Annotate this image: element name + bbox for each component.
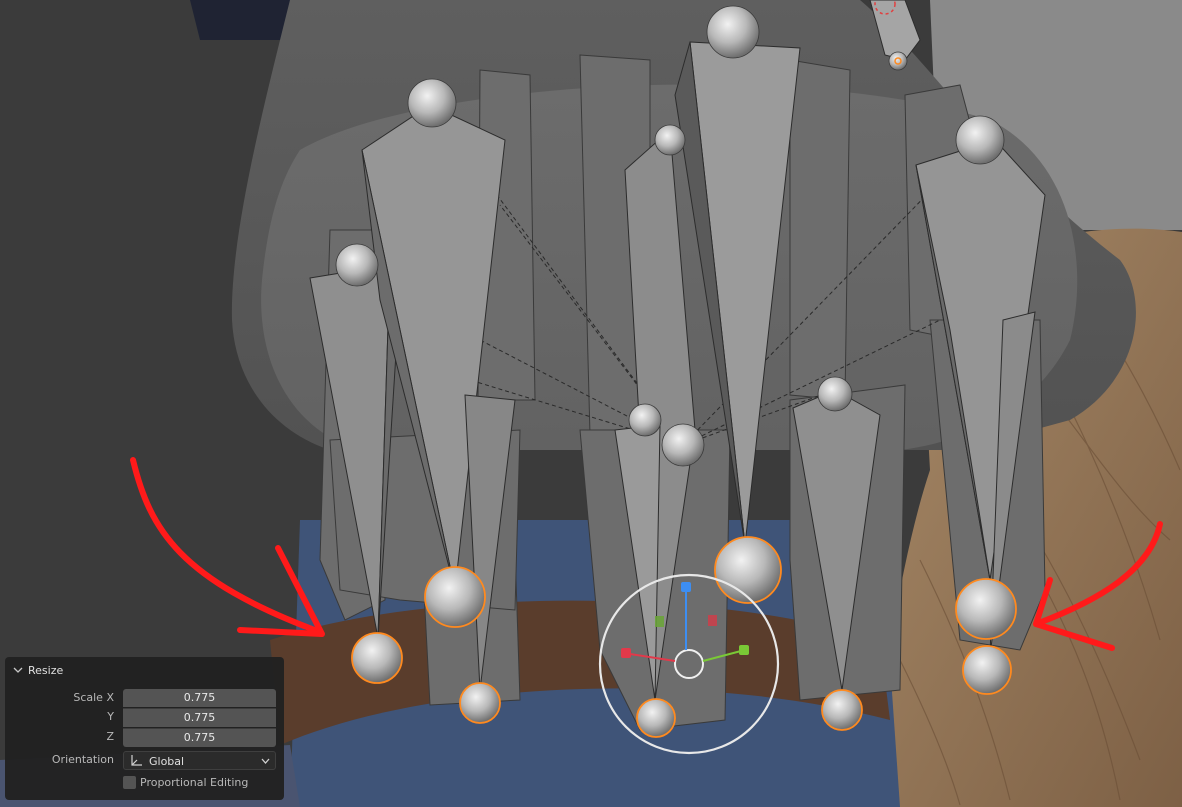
gizmo-plane-handle-green: [655, 616, 664, 627]
proportional-editing-label: Proportional Editing: [140, 776, 249, 789]
proportional-row: Proportional Editing: [5, 776, 284, 794]
orientation-select[interactable]: Global: [123, 751, 276, 770]
gizmo-y-handle: [739, 645, 749, 655]
proportional-editing-checkbox[interactable]: [123, 776, 136, 789]
orientation-axes-icon: [131, 755, 142, 766]
scale-z-label: Z: [106, 730, 114, 743]
scale-y-row: Y 0.775: [5, 708, 284, 727]
scale-x-label: Scale X: [73, 691, 114, 704]
gizmo-z-handle: [681, 582, 691, 592]
gizmo-plane-handle-red: [708, 615, 717, 626]
panel-title: Resize: [28, 663, 64, 677]
scale-y-field[interactable]: 0.775: [123, 708, 276, 727]
orientation-value: Global: [149, 755, 185, 768]
panel-header[interactable]: Resize: [13, 662, 63, 678]
scale-z-field[interactable]: 0.775: [123, 728, 276, 747]
dropdown-arrow-icon: [261, 758, 270, 764]
resize-operator-panel[interactable]: Resize Scale X 0.775 Y 0.775 Z 0.775 Ori…: [5, 657, 284, 800]
scale-y-label: Y: [107, 710, 114, 723]
scale-z-row: Z 0.775: [5, 728, 284, 747]
scale-x-field[interactable]: 0.775: [123, 689, 276, 707]
scale-x-row: Scale X 0.775: [5, 689, 284, 707]
gizmo-x-handle: [621, 648, 631, 658]
chevron-down-icon[interactable]: [13, 665, 23, 675]
orientation-label: Orientation: [51, 753, 114, 766]
orientation-row: Orientation Global: [5, 751, 284, 770]
